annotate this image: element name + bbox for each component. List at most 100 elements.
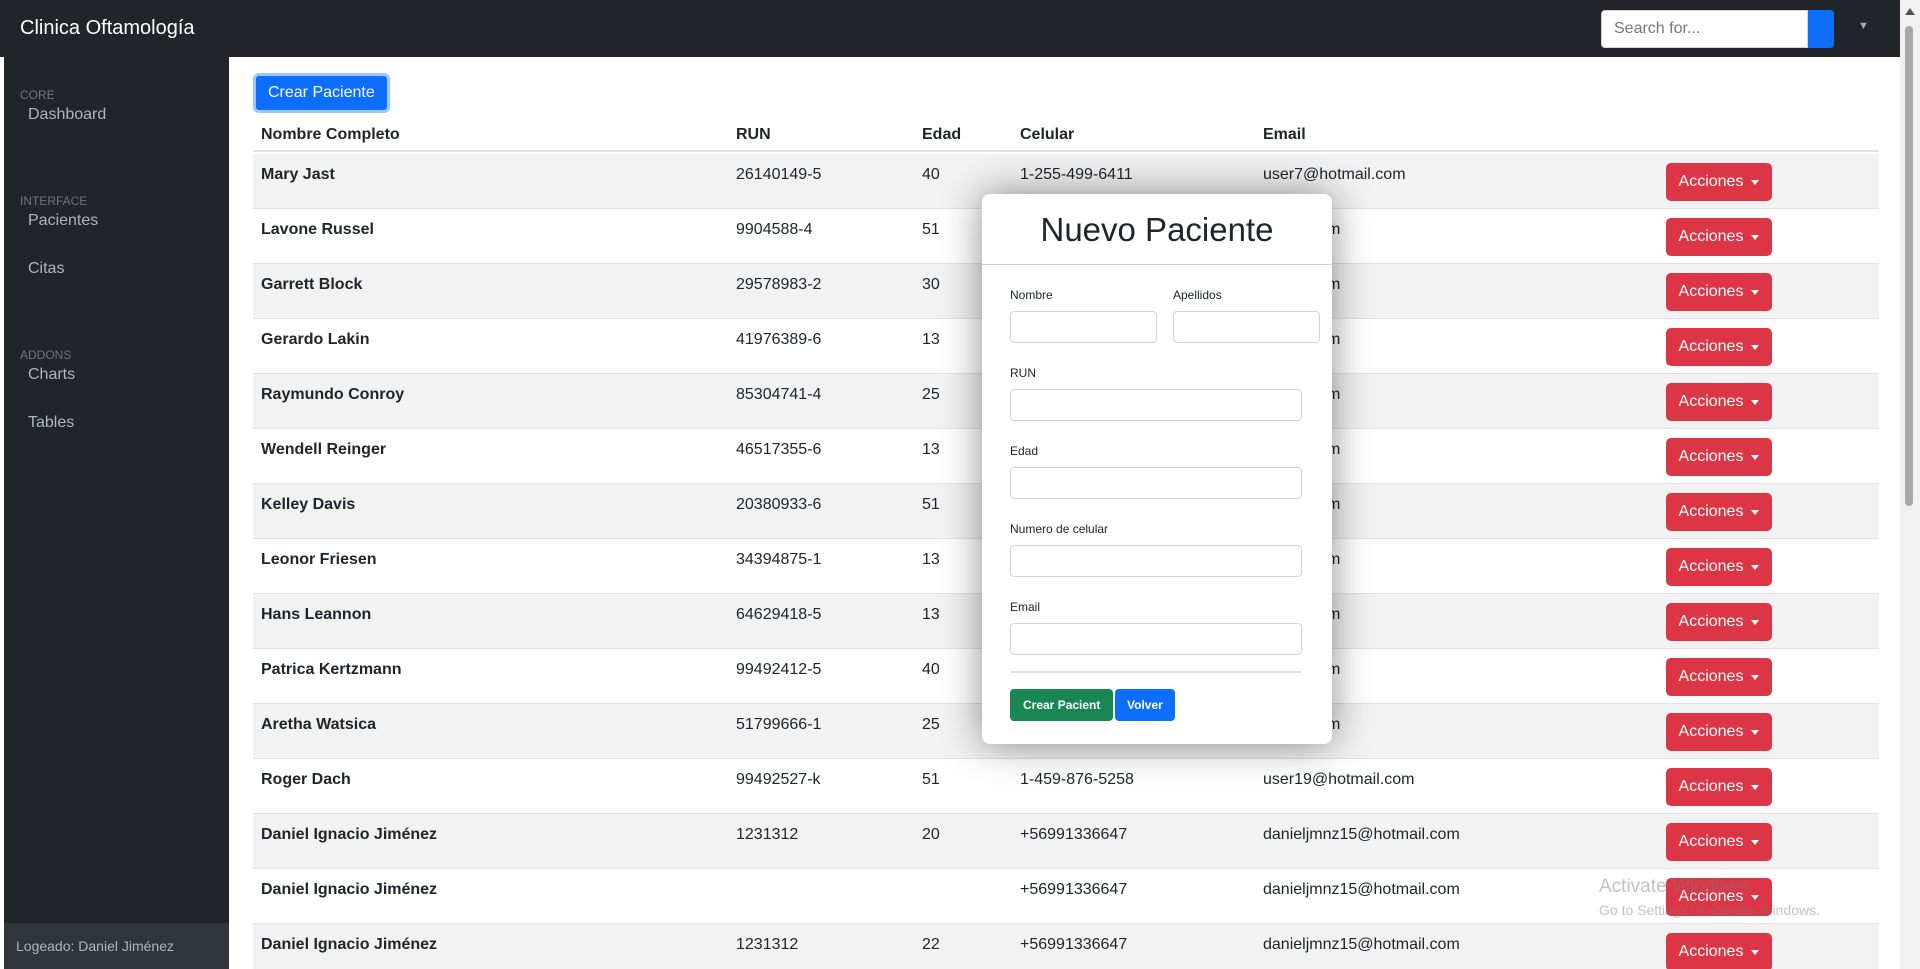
patient-celular-cell: +56991336647 bbox=[1020, 936, 1128, 953]
patient-edad-cell: 51 bbox=[922, 496, 940, 513]
acciones-dropdown-button[interactable]: Acciones bbox=[1666, 603, 1772, 641]
user-menu-dropdown-icon[interactable]: ▼ bbox=[1858, 20, 1869, 32]
modal-title: Nuevo Paciente bbox=[982, 194, 1332, 265]
acciones-dropdown-button[interactable]: Acciones bbox=[1666, 768, 1772, 806]
apellidos-input[interactable] bbox=[1173, 311, 1320, 343]
acciones-dropdown-button[interactable]: Acciones bbox=[1666, 933, 1772, 969]
sidebar-item-pacientes[interactable]: Pacientes bbox=[28, 212, 98, 230]
brand-title[interactable]: Clinica Oftamología bbox=[0, 17, 300, 40]
patient-run-cell: 20380933-6 bbox=[736, 496, 822, 513]
patient-edad-cell: 51 bbox=[922, 771, 940, 788]
patient-run-cell: 99492527-k bbox=[736, 771, 821, 788]
acciones-dropdown-button[interactable]: Acciones bbox=[1666, 548, 1772, 586]
patient-name-cell: Wendell Reinger bbox=[261, 441, 387, 458]
modal-divider bbox=[1010, 671, 1302, 673]
sidebar-heading-core: CORE bbox=[20, 88, 55, 102]
patient-run-cell: 9904588-4 bbox=[736, 221, 813, 238]
patient-name-cell: Daniel Ignacio Jiménez bbox=[261, 881, 438, 898]
acciones-label: Acciones bbox=[1678, 503, 1744, 520]
patient-edad-cell: 22 bbox=[922, 936, 940, 953]
caret-down-icon bbox=[1751, 839, 1760, 845]
patient-edad-cell: 25 bbox=[922, 386, 940, 403]
acciones-label: Acciones bbox=[1678, 448, 1744, 465]
acciones-label: Acciones bbox=[1678, 943, 1744, 960]
sidebar-heading-addons: ADDONS bbox=[20, 348, 72, 362]
create-patient-button[interactable]: Crear Paciente bbox=[253, 73, 390, 113]
label-run: RUN bbox=[1010, 366, 1036, 380]
patient-name-cell: Daniel Ignacio Jiménez bbox=[261, 826, 438, 843]
acciones-dropdown-button[interactable]: Acciones bbox=[1666, 218, 1772, 256]
sidebar-item-tables[interactable]: Tables bbox=[28, 414, 74, 432]
patient-edad-cell: 13 bbox=[922, 606, 940, 623]
page-scrollbar[interactable] bbox=[1900, 0, 1920, 969]
caret-down-icon bbox=[1751, 234, 1760, 240]
acciones-label: Acciones bbox=[1678, 338, 1744, 355]
caret-down-icon bbox=[1751, 949, 1760, 955]
patient-run-cell: 99492412-5 bbox=[736, 661, 822, 678]
patient-name-cell: Mary Jast bbox=[261, 166, 335, 183]
sidebar-footer-logged-user: Logeado: Daniel Jiménez bbox=[4, 923, 229, 969]
patient-name-cell: Roger Dach bbox=[261, 771, 351, 788]
back-button[interactable]: Volver bbox=[1115, 689, 1175, 721]
patient-email-cell: danieljmnz15@hotmail.com bbox=[1263, 936, 1460, 953]
patient-name-cell: Leonor Friesen bbox=[261, 551, 377, 568]
patient-name-cell: Hans Leannon bbox=[261, 606, 372, 623]
patient-email-cell: user7@hotmail.com bbox=[1263, 166, 1406, 183]
scroll-up-icon[interactable] bbox=[1905, 8, 1915, 15]
watermark-title: Activate Windows bbox=[1599, 876, 1749, 897]
table-row: Daniel Ignacio Jiménez 1231312 20 +56991336… bbox=[253, 814, 1879, 869]
watermark-subtitle: Go to Settings to activate Windows. bbox=[1599, 902, 1820, 918]
caret-down-icon bbox=[1751, 399, 1760, 405]
caret-down-icon bbox=[1751, 509, 1760, 515]
edad-input[interactable] bbox=[1010, 467, 1302, 499]
sidebar-item-dashboard[interactable]: Dashboard bbox=[28, 106, 106, 124]
search-input[interactable] bbox=[1601, 10, 1808, 48]
label-nombre: Nombre bbox=[1010, 288, 1053, 302]
acciones-dropdown-button[interactable]: Acciones bbox=[1666, 163, 1772, 201]
column-header-edad: Edad bbox=[922, 126, 962, 143]
column-header-nombre: Nombre Completo bbox=[261, 126, 400, 143]
acciones-dropdown-button[interactable]: Acciones bbox=[1666, 438, 1772, 476]
table-header: Nombre Completo RUN Edad Celular Email bbox=[253, 117, 1879, 152]
scrollbar-thumb[interactable] bbox=[1905, 26, 1913, 506]
acciones-dropdown-button[interactable]: Acciones bbox=[1666, 328, 1772, 366]
table-row: Daniel Ignacio Jiménez 1231312 22 +56991336… bbox=[253, 924, 1879, 969]
patient-edad-cell: 51 bbox=[922, 221, 940, 238]
submit-create-patient-button[interactable]: Crear Pacient bbox=[1010, 689, 1114, 721]
patient-celular-cell: 1-255-499-6411 bbox=[1020, 166, 1133, 183]
acciones-dropdown-button[interactable]: Acciones bbox=[1666, 658, 1772, 696]
patient-edad-cell: 25 bbox=[922, 716, 940, 733]
acciones-label: Acciones bbox=[1678, 558, 1744, 575]
sidebar-item-charts[interactable]: Charts bbox=[28, 366, 75, 384]
patient-run-cell: 64629418-5 bbox=[736, 606, 822, 623]
sidebar-item-citas[interactable]: Citas bbox=[28, 260, 64, 278]
caret-down-icon bbox=[1751, 289, 1760, 295]
patient-run-cell: 29578983-2 bbox=[736, 276, 822, 293]
patient-edad-cell: 13 bbox=[922, 551, 940, 568]
patient-run-cell: 1231312 bbox=[736, 936, 799, 953]
label-celular: Numero de celular bbox=[1010, 522, 1109, 536]
patient-name-cell: Garrett Block bbox=[261, 276, 363, 293]
patient-email-cell: user19@hotmail.com bbox=[1263, 771, 1415, 788]
acciones-dropdown-button[interactable]: Acciones bbox=[1666, 273, 1772, 311]
column-header-celular: Celular bbox=[1020, 126, 1075, 143]
acciones-dropdown-button[interactable]: Acciones bbox=[1666, 383, 1772, 421]
patient-run-cell: 41976389-6 bbox=[736, 331, 822, 348]
celular-input[interactable] bbox=[1010, 545, 1302, 577]
run-input[interactable] bbox=[1010, 389, 1302, 421]
patient-name-cell: Kelley Davis bbox=[261, 496, 356, 513]
search-button[interactable] bbox=[1808, 10, 1834, 48]
nombre-input[interactable] bbox=[1010, 311, 1157, 343]
acciones-dropdown-button[interactable]: Acciones bbox=[1666, 713, 1772, 751]
acciones-dropdown-button[interactable]: Acciones bbox=[1666, 823, 1772, 861]
patient-edad-cell: 20 bbox=[922, 826, 940, 843]
sidebar: CORE Dashboard INTERFACE Pacientes Citas… bbox=[4, 57, 229, 969]
patient-run-cell: 51799666-1 bbox=[736, 716, 822, 733]
patient-celular-cell: +56991336647 bbox=[1020, 826, 1128, 843]
caret-down-icon bbox=[1751, 619, 1760, 625]
sidebar-heading-interface: INTERFACE bbox=[20, 194, 88, 208]
patient-run-cell: 85304741-4 bbox=[736, 386, 822, 403]
acciones-dropdown-button[interactable]: Acciones bbox=[1666, 493, 1772, 531]
acciones-label: Acciones bbox=[1678, 613, 1744, 630]
email-input[interactable] bbox=[1010, 623, 1302, 655]
